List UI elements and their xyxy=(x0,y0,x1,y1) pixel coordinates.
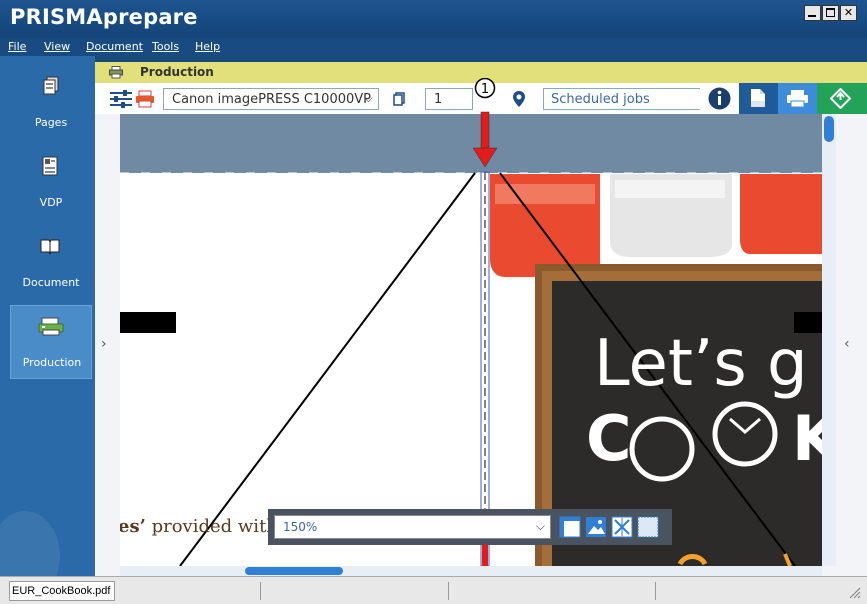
production-title: Production xyxy=(140,65,214,79)
print-preview-button[interactable] xyxy=(739,83,778,114)
horizontal-scroll-thumb[interactable] xyxy=(245,567,343,575)
zoom-toolbar: 150% ⌵ xyxy=(268,509,672,545)
chalkboard-letter-k: K xyxy=(792,402,822,475)
copies-value: 1 xyxy=(434,92,443,107)
sidebar-item-label: Document xyxy=(22,276,80,289)
horizontal-scrollbar[interactable] xyxy=(120,566,822,576)
next-page-arrow[interactable]: ‹ xyxy=(844,336,850,352)
maximize-icon xyxy=(826,8,835,17)
fit-width-icon[interactable] xyxy=(559,516,581,538)
copies-input[interactable]: 1 xyxy=(425,88,473,110)
printer-select-value: Canon imagePRESS C10000VP xyxy=(172,92,371,107)
printer-select[interactable]: Canon imagePRESS C10000VP ⌵ xyxy=(163,88,379,110)
page-body-text: es’ provided with xyxy=(120,516,278,537)
page-preview-area[interactable]: Let’s g C K es’ provided with 1 › ‹ xyxy=(95,78,867,576)
sidebar-item-label: VDP xyxy=(39,196,63,209)
resize-grip-icon[interactable] xyxy=(847,585,861,599)
pages-icon xyxy=(43,76,59,95)
menu-document[interactable]: Document xyxy=(86,40,143,53)
vdp-icon xyxy=(42,156,58,176)
zoom-value: 150% xyxy=(283,520,318,534)
status-separator xyxy=(655,582,656,600)
sidebar-item-production[interactable]: Production xyxy=(10,305,92,379)
app-title: PRISMAprepare xyxy=(10,5,198,29)
sidebar-item-pages[interactable]: Pages xyxy=(10,66,92,140)
copies-icon xyxy=(393,92,405,106)
page-viewport[interactable]: Let’s g C K es’ provided with xyxy=(120,114,822,566)
document-icon xyxy=(40,239,60,255)
settings-sliders-icon[interactable] xyxy=(109,89,133,109)
info-button[interactable] xyxy=(700,83,739,114)
close-button[interactable]: ✕ xyxy=(840,5,857,21)
status-separator xyxy=(448,582,449,600)
info-icon xyxy=(708,87,731,110)
vertical-scroll-thumb[interactable] xyxy=(824,116,834,142)
title-bar: PRISMAprepare ✕ xyxy=(0,0,867,38)
previous-page-arrow[interactable]: › xyxy=(101,336,107,352)
destination-select[interactable]: Scheduled jobs xyxy=(543,88,711,110)
image-view-icon[interactable] xyxy=(585,516,607,538)
callout-number: 1 xyxy=(480,82,490,97)
menu-view[interactable]: View xyxy=(44,40,70,53)
chalkboard-title: Let’s g xyxy=(594,327,808,401)
printer-icon xyxy=(787,90,808,108)
print-button[interactable] xyxy=(778,83,817,114)
menu-file[interactable]: File xyxy=(8,40,26,53)
sidebar-item-label: Pages xyxy=(34,116,68,129)
menu-bar: File View Document Tools Help xyxy=(0,38,867,56)
production-icon xyxy=(38,317,64,336)
status-filename: EUR_CookBook.pdf xyxy=(9,581,115,601)
sidebar-item-vdp[interactable]: VDP xyxy=(10,146,92,220)
fit-page-icon[interactable] xyxy=(611,516,633,538)
document-print-icon xyxy=(751,89,765,107)
menu-tools[interactable]: Tools xyxy=(152,40,179,53)
maximize-button[interactable] xyxy=(822,5,839,21)
sidebar-item-label: Production xyxy=(22,356,82,369)
page-text-bold: es’ xyxy=(120,516,146,537)
zoom-select[interactable]: 150% ⌵ xyxy=(274,515,551,539)
minimize-icon xyxy=(808,15,816,17)
sidebar-item-document[interactable]: Document xyxy=(10,226,92,300)
destination-value: Scheduled jobs xyxy=(551,92,650,107)
printer-icon xyxy=(109,66,123,79)
printer-color-icon xyxy=(136,90,154,108)
close-icon: ✕ xyxy=(843,6,854,19)
status-bar: EUR_CookBook.pdf xyxy=(0,576,867,604)
menu-help[interactable]: Help xyxy=(195,40,220,53)
chevron-down-icon: ⌵ xyxy=(363,91,373,105)
status-separator xyxy=(260,582,261,600)
sidebar: Pages VDP Document Production xyxy=(0,56,95,601)
page-text: provided with xyxy=(151,516,278,537)
location-pin-icon xyxy=(513,91,525,107)
minimize-button[interactable] xyxy=(804,5,821,21)
chalkboard-letter-c: C xyxy=(586,402,632,475)
select-area-icon[interactable] xyxy=(637,516,659,538)
submit-diamond-icon xyxy=(830,88,851,109)
submit-job-button[interactable] xyxy=(817,83,867,114)
vertical-scrollbar[interactable] xyxy=(822,114,836,566)
chevron-down-icon: ⌵ xyxy=(535,519,545,533)
